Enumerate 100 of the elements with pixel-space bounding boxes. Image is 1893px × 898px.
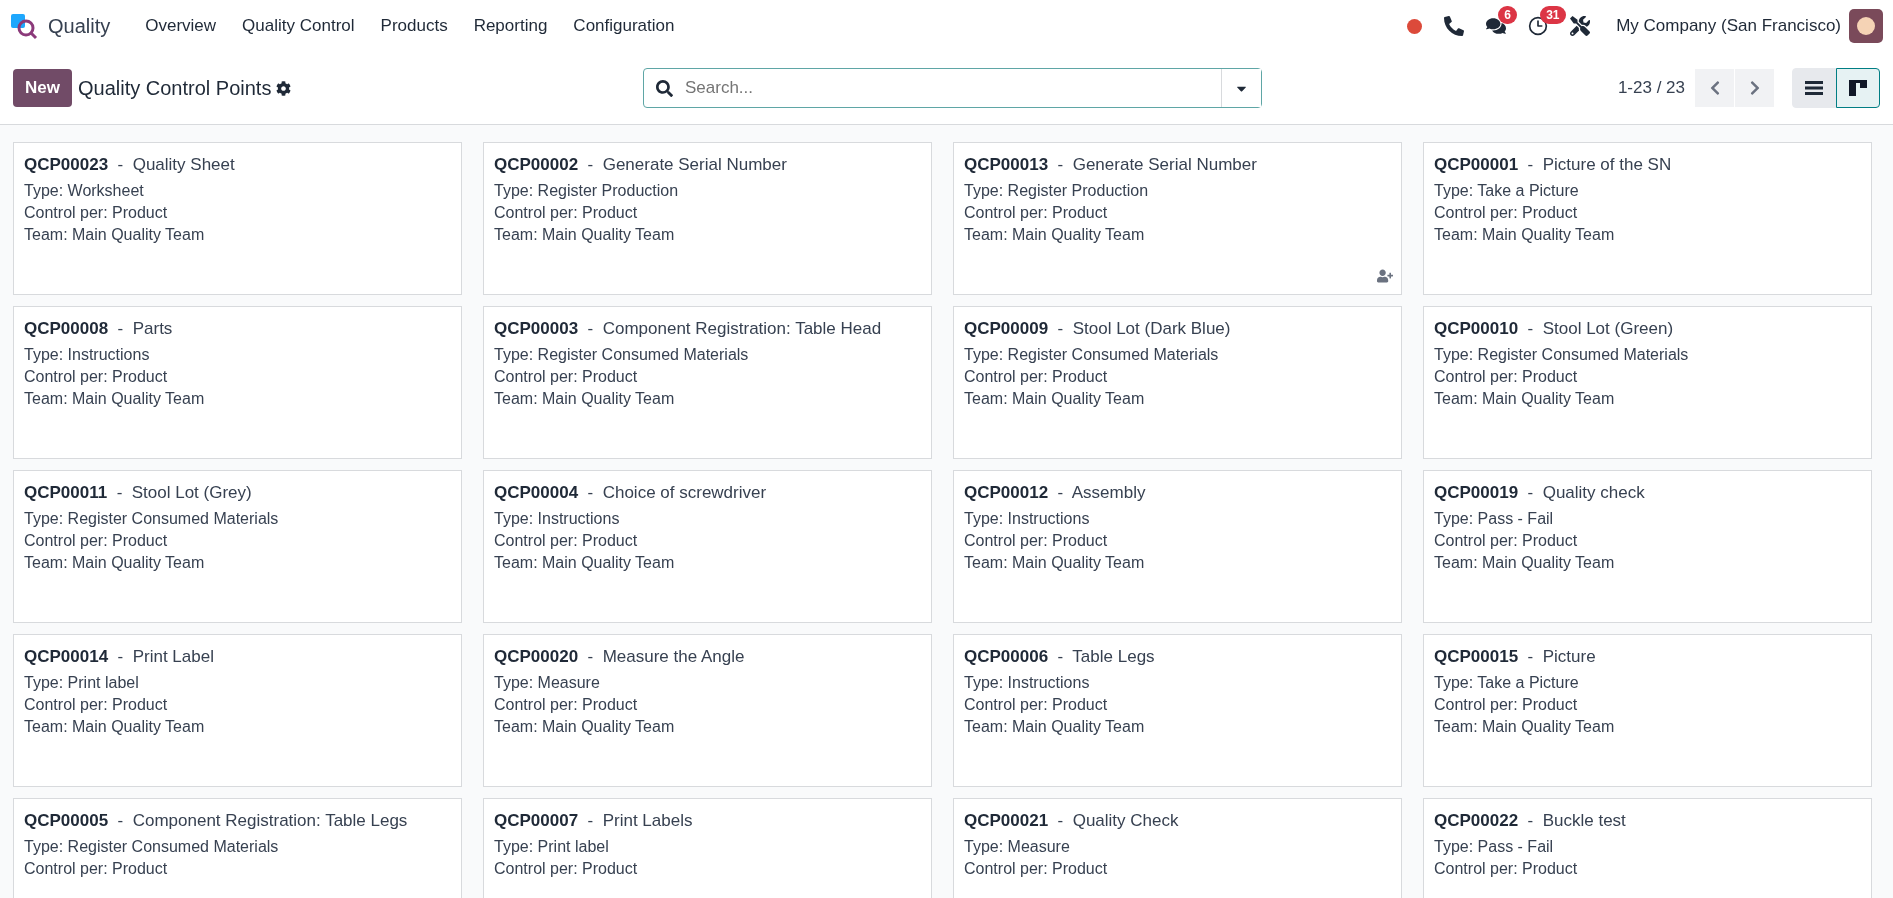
quality-point-card[interactable]: QCP00003 - Component Registration: Table Head Type: Register Consumed Materials Control per: Product Team: Main Quality Team xyxy=(483,306,932,459)
quality-point-card[interactable]: QCP00011 - Stool Lot (Grey) Type: Register Consumed Materials Control per: Product Team: Main Quality Team xyxy=(13,470,462,623)
card-title: QCP00011 - Stool Lot (Grey) xyxy=(24,483,253,503)
card-title: QCP00004 - Choice of screwdriver xyxy=(494,483,768,503)
quality-point-card[interactable]: QCP00020 - Measure the Angle Type: Measure Control per: Product Team: Main Quality Team xyxy=(483,634,932,787)
quality-point-card[interactable]: QCP00015 - Picture Type: Take a Picture Control per: Product Team: Main Quality Team xyxy=(1423,634,1872,787)
quality-point-card[interactable]: QCP00005 - Component Registration: Table Legs Type: Register Consumed Materials Control per: Product xyxy=(13,798,462,898)
card-control-per: Control per: Product xyxy=(24,203,169,223)
card-team: Team: Main Quality Team xyxy=(1434,717,1616,737)
card-control-per: Control per: Product xyxy=(1434,203,1579,223)
card-type: Type: Register Production xyxy=(964,181,1150,201)
quality-point-card[interactable]: QCP00006 - Table Legs Type: Instructions Control per: Product Team: Main Quality Team xyxy=(953,634,1402,787)
card-team: Team: Main Quality Team xyxy=(1434,225,1616,245)
card-type: Type: Measure xyxy=(494,673,601,693)
search-field[interactable]: Search... xyxy=(643,68,1262,108)
quality-point-card[interactable]: QCP00014 - Print Label Type: Print label Control per: Product Team: Main Quality Team xyxy=(13,634,462,787)
quality-point-card[interactable]: QCP00002 - Generate Serial Number Type: Register Production Control per: Product Team: Main Quality Team xyxy=(483,142,932,295)
card-control-per: Control per: Product xyxy=(24,531,169,551)
card-type: Type: Print label xyxy=(24,673,140,693)
card-type: Type: Instructions xyxy=(964,673,1091,693)
list-icon xyxy=(1805,81,1823,95)
company-name[interactable]: My Company (San Francisco) xyxy=(1616,16,1841,36)
card-type: Type: Take a Picture xyxy=(1434,181,1580,201)
quality-point-card[interactable]: QCP00007 - Print Labels Type: Print label Control per: Product xyxy=(483,798,932,898)
card-control-per: Control per: Product xyxy=(964,531,1109,551)
menu-item[interactable]: Quality Control xyxy=(229,16,368,36)
user-avatar[interactable] xyxy=(1849,9,1883,43)
add-follower-icon[interactable] xyxy=(1377,268,1393,284)
settings-icon[interactable] xyxy=(276,80,292,96)
quality-point-card[interactable]: QCP00004 - Choice of screwdriver Type: Instructions Control per: Product Team: Main Quality Team xyxy=(483,470,932,623)
list-view-button[interactable] xyxy=(1792,68,1836,108)
previous-button[interactable] xyxy=(1695,69,1735,107)
card-type: Type: Register Production xyxy=(494,181,680,201)
card-team: Team: Main Quality Team xyxy=(494,553,676,573)
page-title: Quality Control Points xyxy=(77,76,272,100)
card-title: QCP00008 - Parts xyxy=(24,319,174,339)
card-type: Type: Pass - Fail xyxy=(1434,509,1555,529)
card-type: Type: Worksheet xyxy=(24,181,145,201)
card-title: QCP00005 - Component Registration: Table Legs xyxy=(24,811,409,831)
card-control-per: Control per: Product xyxy=(494,203,639,223)
card-type: Type: Instructions xyxy=(964,509,1091,529)
quality-point-card[interactable]: QCP00009 - Stool Lot (Dark Blue) Type: Register Consumed Materials Control per: Product Team: Main Quality Team xyxy=(953,306,1402,459)
card-title: QCP00020 - Measure the Angle xyxy=(494,647,746,667)
card-team: Team: Main Quality Team xyxy=(24,717,206,737)
card-title: QCP00023 - Quality Sheet xyxy=(24,155,236,175)
new-button[interactable]: New xyxy=(13,69,72,107)
menu-item[interactable]: Configuration xyxy=(560,16,688,36)
card-team: Team: Main Quality Team xyxy=(494,389,676,409)
message-count-badge: 6 xyxy=(1498,6,1517,24)
menu-item[interactable]: Overview xyxy=(132,16,230,36)
menu-item[interactable]: Products xyxy=(367,16,461,36)
next-button[interactable] xyxy=(1735,69,1775,107)
card-title: QCP00001 - Picture of the SN xyxy=(1434,155,1673,175)
menu-item[interactable]: Reporting xyxy=(460,16,561,36)
activity-count-badge: 31 xyxy=(1540,6,1566,24)
card-type: Type: Register Consumed Materials xyxy=(964,345,1220,365)
card-type: Type: Print label xyxy=(494,837,610,857)
kanban-view-button[interactable] xyxy=(1836,68,1880,108)
phone-icon[interactable] xyxy=(1444,16,1465,36)
card-control-per: Control per: Product xyxy=(964,859,1109,879)
card-team: Team: Main Quality Team xyxy=(24,389,206,409)
quality-point-card[interactable]: QCP00023 - Quality Sheet Type: Worksheet Control per: Product Team: Main Quality Team xyxy=(13,142,462,295)
app-name[interactable]: Quality xyxy=(48,14,111,38)
pager-value[interactable]: 1-23 / 23 xyxy=(1617,78,1685,98)
card-team: Team: Main Quality Team xyxy=(964,553,1146,573)
card-title: QCP00019 - Quality check xyxy=(1434,483,1646,503)
card-team: Team: Main Quality Team xyxy=(1434,553,1616,573)
card-team: Team: Main Quality Team xyxy=(1434,389,1616,409)
card-control-per: Control per: Product xyxy=(494,531,639,551)
quality-point-card[interactable]: QCP00022 - Buckle test Type: Pass - Fail Control per: Product xyxy=(1423,798,1872,898)
quality-point-card[interactable]: QCP00012 - Assembly Type: Instructions Control per: Product Team: Main Quality Team xyxy=(953,470,1402,623)
quality-point-card[interactable]: QCP00010 - Stool Lot (Green) Type: Register Consumed Materials Control per: Product Team: Main Quality Team xyxy=(1423,306,1872,459)
quality-point-card[interactable]: QCP00008 - Parts Type: Instructions Control per: Product Team: Main Quality Team xyxy=(13,306,462,459)
card-title: QCP00003 - Component Registration: Table Head xyxy=(494,319,883,339)
card-control-per: Control per: Product xyxy=(964,367,1109,387)
card-control-per: Control per: Product xyxy=(1434,695,1579,715)
quality-point-card[interactable]: QCP00013 - Generate Serial Number Type: Register Production Control per: Product Team: Main Quality Team xyxy=(953,142,1402,295)
card-team: Team: Main Quality Team xyxy=(494,225,676,245)
app-logo-icon xyxy=(10,12,38,40)
card-control-per: Control per: Product xyxy=(494,367,639,387)
card-control-per: Control per: Product xyxy=(964,203,1109,223)
card-control-per: Control per: Product xyxy=(1434,859,1579,879)
record-dot-icon[interactable] xyxy=(1407,18,1423,34)
card-title: QCP00002 - Generate Serial Number xyxy=(494,155,788,175)
tools-icon[interactable] xyxy=(1570,16,1591,36)
card-type: Type: Measure xyxy=(964,837,1071,857)
card-title: QCP00021 - Quality Check xyxy=(964,811,1180,831)
card-team: Team: Main Quality Team xyxy=(964,389,1146,409)
quality-point-card[interactable]: QCP00021 - Quality Check Type: Measure Control per: Product xyxy=(953,798,1402,898)
card-control-per: Control per: Product xyxy=(964,695,1109,715)
card-team: Team: Main Quality Team xyxy=(24,553,206,573)
quality-point-card[interactable]: QCP00001 - Picture of the SN Type: Take a Picture Control per: Product Team: Main Quality Team xyxy=(1423,142,1872,295)
card-type: Type: Register Consumed Materials xyxy=(24,509,280,529)
card-title: QCP00006 - Table Legs xyxy=(964,647,1156,667)
card-type: Type: Take a Picture xyxy=(1434,673,1580,693)
card-type: Type: Instructions xyxy=(24,345,151,365)
card-control-per: Control per: Product xyxy=(1434,531,1579,551)
quality-point-card[interactable]: QCP00019 - Quality check Type: Pass - Fail Control per: Product Team: Main Quality Team xyxy=(1423,470,1872,623)
card-control-per: Control per: Product xyxy=(24,859,169,879)
card-team: Team: Main Quality Team xyxy=(24,225,206,245)
